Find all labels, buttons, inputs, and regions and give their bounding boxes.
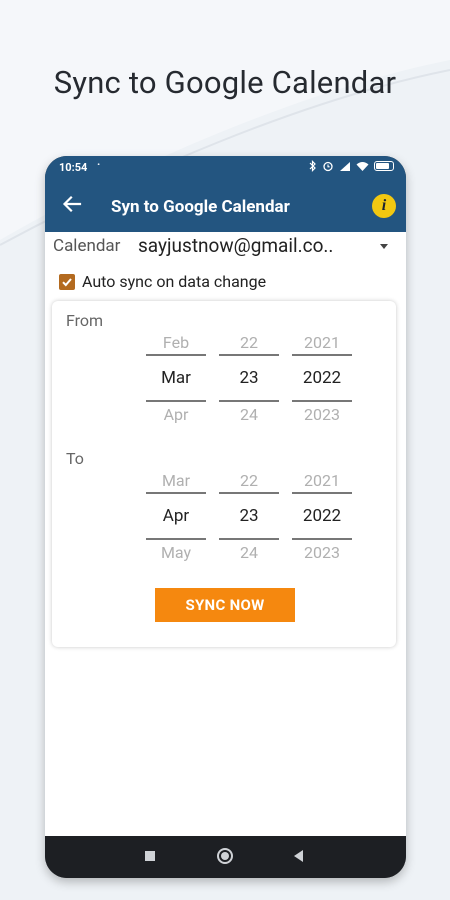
auto-sync-label: Auto sync on data change [82, 272, 267, 291]
picker-divider [292, 354, 352, 356]
recents-icon[interactable] [145, 851, 155, 861]
arrow-left-icon[interactable] [61, 193, 83, 215]
from-day-selected[interactable]: 23 [219, 368, 279, 388]
promo-title: Sync to Google Calendar [53, 64, 397, 101]
bluetooth-icon [309, 160, 316, 172]
auto-sync-checkbox[interactable]: Auto sync on data change [59, 272, 266, 291]
calendar-select[interactable]: sayjustnow@gmail.co.. [138, 234, 333, 257]
phone-frame: 10:54 · Syn to Google Calendar i Calenda… [45, 156, 406, 878]
status-icons [309, 160, 394, 172]
from-year-next[interactable]: 2023 [292, 405, 352, 424]
from-month-next[interactable]: Apr [146, 405, 206, 424]
to-day-picker[interactable]: 22 23 24 [219, 469, 279, 569]
sync-screen: Calendar sayjustnow@gmail.co.. Auto sync… [45, 232, 406, 836]
picker-divider [219, 492, 279, 494]
from-year-picker[interactable]: 2021 2022 2023 [292, 331, 352, 431]
back-icon[interactable] [294, 850, 303, 862]
to-label: To [66, 449, 84, 468]
battery-icon [374, 161, 394, 171]
to-year-picker[interactable]: 2021 2022 2023 [292, 469, 352, 569]
alarm-icon [323, 161, 333, 172]
sync-now-button[interactable]: SYNC NOW [155, 588, 295, 622]
status-time: 10:54 [59, 161, 88, 174]
to-month-selected[interactable]: Apr [146, 506, 206, 526]
date-range-card: From Feb Mar Apr 22 23 24 2021 2022 2023… [52, 301, 396, 647]
signal-icon [340, 161, 350, 171]
picker-divider [292, 492, 352, 494]
picker-divider [146, 492, 206, 494]
to-year-next[interactable]: 2023 [292, 543, 352, 562]
picker-divider [292, 538, 352, 540]
from-day-next[interactable]: 24 [219, 405, 279, 424]
to-month-next[interactable]: May [146, 543, 206, 562]
notification-dot: · [97, 158, 101, 171]
to-year-prev[interactable]: 2021 [292, 471, 352, 490]
checkbox-checked-icon[interactable] [59, 273, 75, 290]
picker-divider [219, 538, 279, 540]
info-icon[interactable]: i [372, 194, 396, 218]
dropdown-caret-icon[interactable] [380, 244, 388, 249]
to-month-picker[interactable]: Mar Apr May [146, 469, 206, 569]
to-day-selected[interactable]: 23 [219, 506, 279, 526]
from-day-prev[interactable]: 22 [219, 333, 279, 352]
from-month-picker[interactable]: Feb Mar Apr [146, 331, 206, 431]
picker-divider [219, 354, 279, 356]
picker-divider [146, 354, 206, 356]
from-month-prev[interactable]: Feb [146, 333, 206, 352]
status-bar: 10:54 · [45, 156, 406, 180]
home-icon[interactable] [217, 848, 233, 864]
picker-divider [146, 400, 206, 402]
app-bar: Syn to Google Calendar i [45, 180, 406, 232]
to-year-selected[interactable]: 2022 [292, 506, 352, 526]
app-title: Syn to Google Calendar [111, 197, 290, 217]
to-month-prev[interactable]: Mar [146, 471, 206, 490]
from-year-prev[interactable]: 2021 [292, 333, 352, 352]
from-label: From [66, 311, 104, 330]
from-month-selected[interactable]: Mar [146, 368, 206, 388]
from-day-picker[interactable]: 22 23 24 [219, 331, 279, 431]
system-nav-bar [45, 836, 406, 878]
calendar-label: Calendar [53, 236, 121, 256]
picker-divider [219, 400, 279, 402]
to-day-next[interactable]: 24 [219, 543, 279, 562]
from-year-selected[interactable]: 2022 [292, 368, 352, 388]
picker-divider [146, 538, 206, 540]
to-day-prev[interactable]: 22 [219, 471, 279, 490]
picker-divider [292, 400, 352, 402]
wifi-icon [356, 162, 369, 171]
